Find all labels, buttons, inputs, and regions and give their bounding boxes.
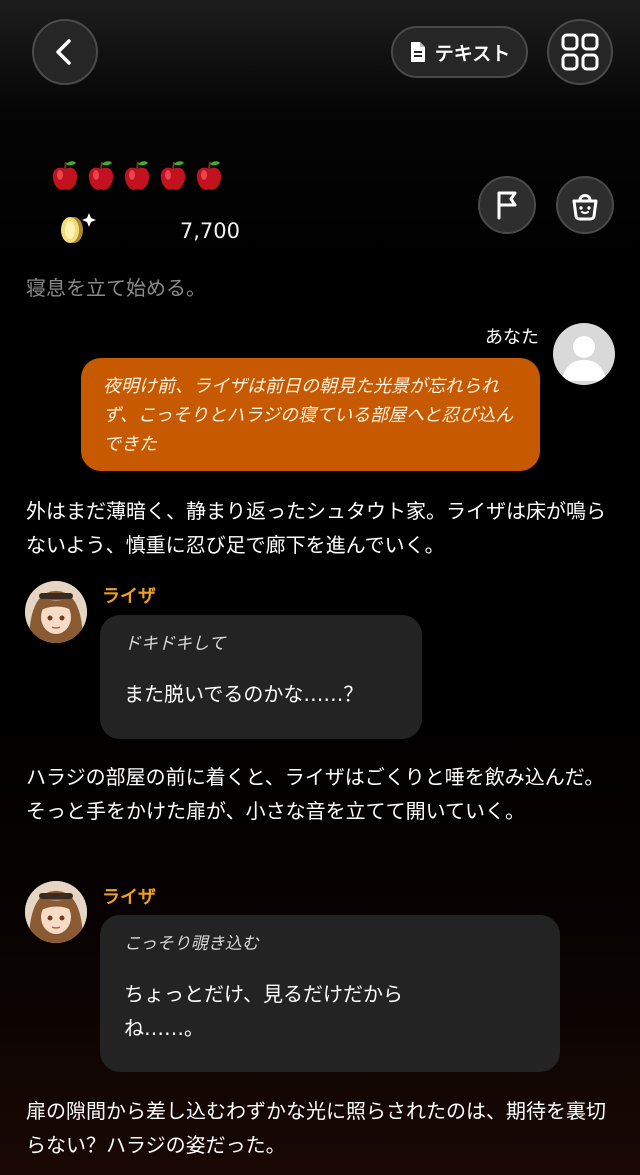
chat-screen: テキスト 7,700 寝息を立て始める。 あなた 夜明け前、ライザは前日の朝見た… — [0, 0, 640, 1175]
user-avatar[interactable] — [553, 323, 615, 385]
apple-icon — [160, 161, 186, 190]
apple-icon — [52, 161, 78, 190]
character-avatar[interactable] — [25, 881, 87, 943]
character-speech: ちょっとだけ、見るだけだからね……。 — [124, 982, 403, 1040]
apple-icon — [196, 161, 222, 190]
character-message-bubble: こっそり覗き込む ちょっとだけ、見るだけだからね……。 — [100, 915, 560, 1072]
character-action: ドキドキして — [124, 634, 226, 654]
document-icon — [410, 42, 425, 62]
text-mode-label: テキスト — [434, 42, 511, 65]
user-message-bubble: 夜明け前、ライザは前日の朝見た光景が忘れられず、こっそりとハラジの寝ている部屋へ… — [81, 358, 540, 471]
character-portrait-icon — [25, 581, 87, 643]
character-action: こっそり覗き込む — [124, 934, 259, 954]
coin-count: 7,700 — [179, 219, 240, 243]
user-name: あなた — [485, 327, 539, 348]
apple-meter — [50, 158, 224, 194]
previous-narration: 寝息を立て始める。 — [26, 276, 206, 300]
narration-text: ハラジの部屋の前に着くと、ライザはごくりと唾を飲み込んだ。そっと手をかけた扉が、… — [26, 765, 605, 823]
character-portrait-icon — [25, 881, 87, 943]
grid-icon — [561, 33, 599, 71]
character-name: ライザ — [102, 887, 156, 908]
person-icon — [562, 336, 606, 381]
apple-icon — [88, 161, 114, 190]
character-name: ライザ — [102, 586, 156, 607]
back-button[interactable] — [32, 19, 98, 85]
apple-icon — [124, 161, 150, 190]
bag-button[interactable] — [556, 176, 614, 234]
coin-icon — [61, 213, 96, 243]
flag-button[interactable] — [478, 176, 536, 234]
character-avatar[interactable] — [25, 581, 87, 643]
text-mode-button[interactable]: テキスト — [391, 26, 528, 78]
character-message-bubble: ドキドキして また脱いでるのかな……？ — [100, 615, 422, 739]
bag-icon — [572, 194, 598, 221]
narration-text: 外はまだ薄暗く、静まり返ったシュタウト家。ライザは床が鳴らないよう、慎重に忍び足… — [26, 499, 606, 557]
chevron-left-icon — [56, 39, 71, 65]
menu-button[interactable] — [547, 19, 613, 85]
narration-text: 扉の隙間から差し込むわずかな光に照らされたのは、期待を裏切らない？ハラジの姿だっ… — [26, 1099, 606, 1157]
character-speech: また脱いでるのかな……？ — [124, 682, 364, 706]
flag-icon — [497, 191, 517, 220]
